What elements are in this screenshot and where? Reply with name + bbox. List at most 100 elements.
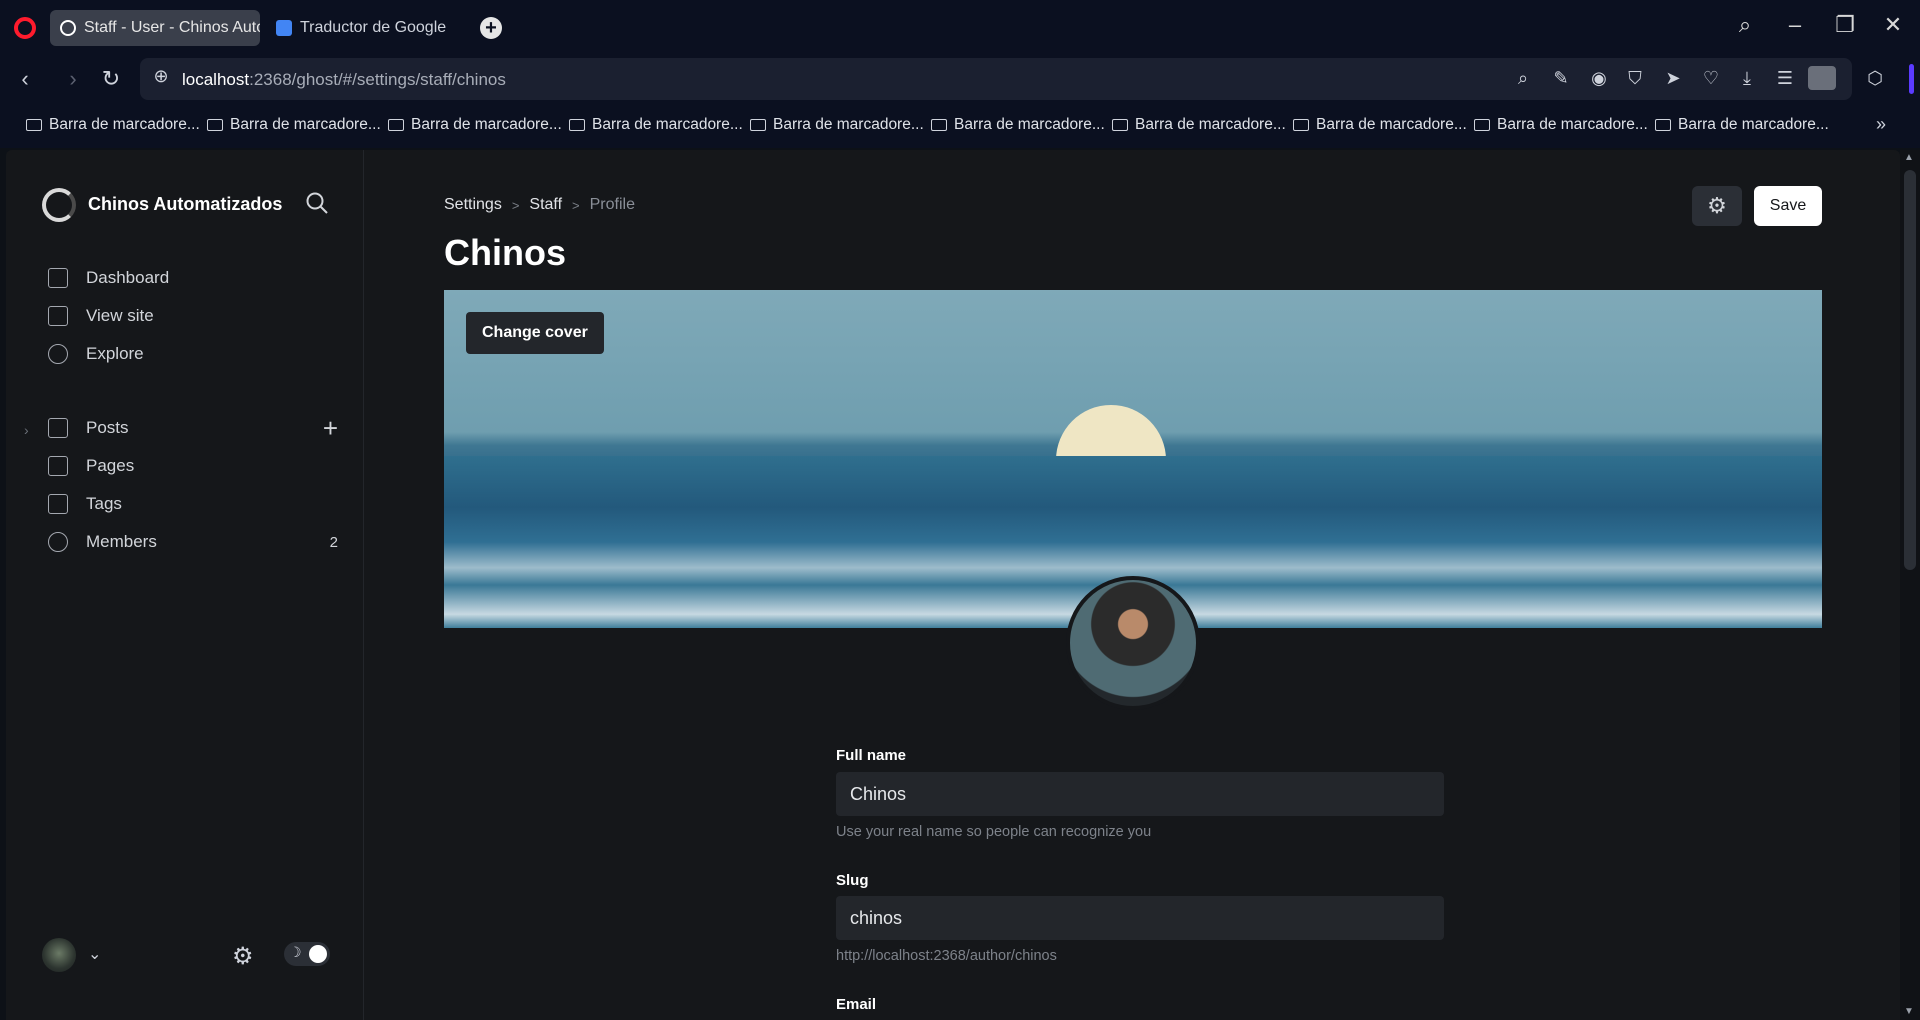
tab-google-translate[interactable]: Traductor de Google [266,10,466,46]
moon-icon: ☽ [289,944,302,960]
bookmark-folder[interactable]: Barra de marcadore... [750,116,924,134]
settings-sliders-icon[interactable]: ☰ [1774,68,1796,89]
full-name-input[interactable] [836,772,1444,816]
profile-avatar-icon[interactable] [1808,66,1836,90]
bookmark-folder[interactable]: Barra de marcadore... [26,116,200,134]
bookmark-label: Barra de marcadore... [1316,116,1467,133]
chevron-down-icon[interactable]: ⌄ [88,944,101,964]
bookmark-label: Barra de marcadore... [49,116,200,133]
download-icon[interactable]: ⤓ [1736,68,1758,89]
folder-icon [1112,119,1128,131]
pages-icon [48,456,68,476]
camera-icon[interactable]: ◉ [1588,68,1610,89]
zoom-search-icon[interactable]: ⌕ [1512,68,1534,89]
new-post-plus-icon[interactable]: + [323,413,338,444]
url-path: :2368/ghost/#/settings/staff/chinos [249,70,506,89]
bookmark-label: Barra de marcadore... [773,116,924,133]
change-cover-button[interactable]: Change cover [466,312,604,354]
sidebar-item-label: Posts [86,418,129,437]
main-content: Settings > Staff > Profile Chinos ⚙ Save… [364,150,1900,1020]
save-button[interactable]: Save [1754,186,1822,226]
extensions-cube-icon[interactable]: ⬡ [1864,68,1886,89]
sidebar-item-view-site[interactable]: View site [48,302,338,330]
search-icon[interactable] [304,190,330,216]
breadcrumb-staff[interactable]: Staff [529,196,562,214]
folder-icon [1655,119,1671,131]
minimize-icon[interactable]: – [1780,12,1810,38]
back-icon[interactable]: ‹ [12,66,38,92]
sidebar-item-explore[interactable]: Explore [48,340,338,368]
page-title: Chinos [444,232,566,273]
bookmark-folder[interactable]: Barra de marcadore... [207,116,381,134]
bookmark-folder[interactable]: Barra de marcadore... [1474,116,1648,134]
scroll-up-icon[interactable]: ▲ [1904,152,1914,163]
bookmark-folder[interactable]: Barra de marcadore... [569,116,743,134]
browser-tab-bar: Staff - User - Chinos Auto Traductor de … [0,0,1920,54]
bookmark-folder[interactable]: Barra de marcadore... [388,116,562,134]
slug-hint: http://localhost:2368/author/chinos [836,948,1057,964]
breadcrumb-settings[interactable]: Settings [444,196,502,214]
url-text[interactable]: localhost:2368/ghost/#/settings/staff/ch… [182,70,506,90]
site-info-icon[interactable]: ⊕ [148,66,174,87]
folder-icon [750,119,766,131]
bookmark-label: Barra de marcadore... [411,116,562,133]
slug-label: Slug [836,872,869,889]
scroll-thumb[interactable] [1904,170,1916,570]
page-scrollbar[interactable]: ▲ ▼ [1900,150,1920,1020]
sidebar: Chinos Automatizados Dashboard View site… [6,150,364,1020]
bookmarks-overflow-icon[interactable]: » [1876,114,1886,135]
bookmark-label: Barra de marcadore... [1135,116,1286,133]
sidebar-item-pages[interactable]: Pages [48,452,338,480]
sidebar-indicator [1909,64,1914,94]
folder-icon [1293,119,1309,131]
search-tabs-icon[interactable]: ⌕ [1730,12,1760,38]
sidebar-item-label: View site [86,306,154,325]
user-settings-gear-button[interactable]: ⚙ [1692,186,1742,226]
folder-icon [388,119,404,131]
shield-icon[interactable]: ⛉ [1624,68,1646,89]
sidebar-item-members[interactable]: Members 2 [48,528,338,556]
restore-icon[interactable]: ❐ [1830,12,1860,38]
new-tab-button[interactable]: + [480,17,502,39]
folder-icon [1474,119,1490,131]
slug-input[interactable] [836,896,1444,940]
gear-icon[interactable]: ⚙ [232,942,254,971]
sidebar-item-label: Explore [86,344,144,363]
profile-picture[interactable] [1066,576,1200,710]
heart-icon[interactable]: ♡ [1700,68,1722,89]
full-name-label: Full name [836,747,907,764]
bookmark-folder[interactable]: Barra de marcadore... [1293,116,1467,134]
breadcrumb-separator-icon: > [572,197,580,213]
breadcrumb-current: Profile [589,196,635,213]
reload-icon[interactable]: ↻ [98,66,124,92]
bookmark-label: Barra de marcadore... [592,116,743,133]
dark-mode-toggle[interactable]: ☽ [284,942,330,966]
bookmark-label: Barra de marcadore... [954,116,1105,133]
scroll-down-icon[interactable]: ▼ [1904,1006,1914,1017]
bookmark-folder[interactable]: Barra de marcadore... [931,116,1105,134]
bookmark-folder[interactable]: Barra de marcadore... [1655,116,1829,134]
globe-icon [48,344,68,364]
ghost-favicon-icon [60,20,76,36]
send-icon[interactable]: ➤ [1662,68,1684,89]
sidebar-item-label: Dashboard [86,268,170,287]
tab-staff-user[interactable]: Staff - User - Chinos Auto [50,10,260,46]
home-icon [48,268,68,288]
toggle-knob [309,945,327,963]
email-label: Email [836,996,877,1013]
opera-logo-icon[interactable] [14,17,36,39]
bookmark-folder[interactable]: Barra de marcadore... [1112,116,1286,134]
url-host: localhost [182,70,250,89]
sidebar-item-posts[interactable]: Posts + [48,413,338,444]
close-window-icon[interactable]: ✕ [1878,12,1908,38]
edit-share-icon[interactable]: ✎ [1550,68,1572,89]
chevron-right-icon[interactable]: › [24,422,29,438]
forward-icon[interactable]: › [60,66,86,92]
user-avatar[interactable] [42,938,76,972]
breadcrumb: Settings > Staff > Profile [444,196,635,214]
sidebar-item-tags[interactable]: Tags [48,490,338,518]
site-name[interactable]: Chinos Automatizados [88,194,282,215]
sidebar-item-dashboard[interactable]: Dashboard [48,264,338,292]
site-logo-icon [42,188,76,222]
tab-title: Traductor de Google [300,19,447,36]
